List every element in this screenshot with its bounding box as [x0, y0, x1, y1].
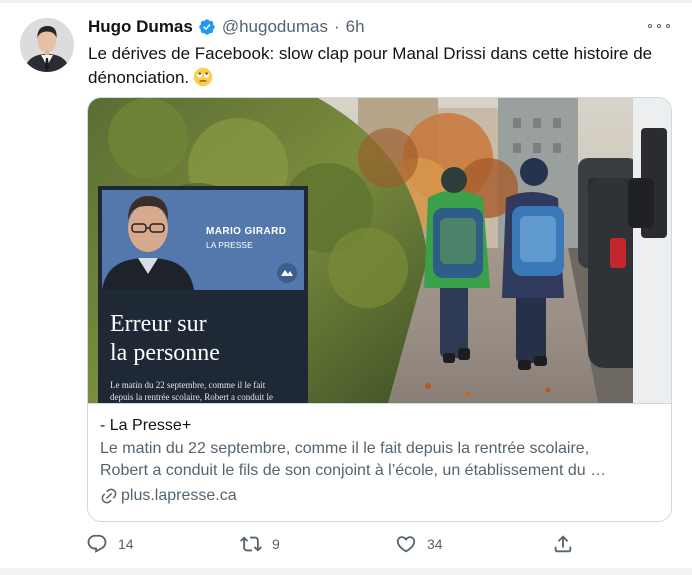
card-image[interactable]: MARIO GIRARD LA PRESSE Erreur sur la per… — [88, 98, 671, 403]
tweet-actions: 14 9 34 — [86, 530, 586, 558]
reply-button[interactable]: 14 — [86, 530, 134, 558]
card-description-line2: Robert a conduit le fils de son conjoint… — [100, 462, 607, 479]
card-domain[interactable]: plus.lapresse.ca — [100, 485, 659, 507]
author-avatar[interactable] — [20, 18, 74, 72]
like-button[interactable]: 34 — [395, 530, 443, 558]
like-count: 34 — [427, 536, 443, 552]
reply-count: 14 — [118, 536, 134, 552]
overlay-lead-line1: Le matin du 22 septembre, comme il le fa… — [110, 380, 266, 390]
link-preview-card[interactable]: MARIO GIRARD LA PRESSE Erreur sur la per… — [87, 97, 672, 522]
retweet-icon — [240, 536, 262, 552]
card-description-line1: Le matin du 22 septembre, comme il le fa… — [100, 440, 590, 457]
reply-icon — [87, 534, 107, 553]
rolling-eyes-emoji-icon — [193, 67, 213, 87]
tweet-timestamp[interactable]: 6h — [346, 17, 365, 37]
tweet-text: Le dérives de Facebook: slow clap pour M… — [88, 42, 678, 90]
avatar-portrait — [20, 18, 74, 72]
overlay-lead-line2: depuis la rentrée scolaire, Robert a con… — [110, 392, 273, 402]
header-separator: · — [333, 17, 340, 36]
card-source: - La Presse+ — [100, 417, 192, 434]
overlay-author-name: MARIO GIRARD — [206, 226, 286, 237]
verified-badge-icon — [198, 18, 216, 36]
tweet-header: Hugo Dumas @hugodumas · 6h — [88, 14, 365, 40]
retweet-count: 9 — [272, 536, 280, 552]
card-description: Le matin du 22 septembre, comme il le fa… — [100, 438, 659, 482]
retweet-button[interactable]: 9 — [240, 530, 280, 558]
like-icon — [396, 536, 416, 553]
share-button[interactable] — [552, 530, 584, 558]
top-divider — [0, 0, 692, 3]
card-photo: MARIO GIRARD LA PRESSE Erreur sur la per… — [88, 98, 671, 403]
overlay-headline-line2: la personne — [110, 340, 220, 366]
tweet-body: Le dérives de Facebook: slow clap pour M… — [88, 44, 653, 87]
overlay-headline-line1: Erreur sur — [110, 311, 207, 337]
more-options-icon[interactable] — [648, 18, 670, 34]
card-meta[interactable]: - La Presse+ Le matin du 22 septembre, c… — [88, 403, 671, 518]
bottom-divider — [0, 568, 692, 575]
overlay-publication: LA PRESSE — [206, 240, 253, 250]
link-icon — [101, 488, 117, 504]
author-display-name[interactable]: Hugo Dumas — [88, 17, 193, 37]
share-icon — [554, 535, 572, 553]
overlay-publication-logo-icon — [277, 263, 297, 283]
card-domain-text[interactable]: plus.lapresse.ca — [121, 485, 237, 507]
author-handle[interactable]: @hugodumas — [222, 17, 328, 37]
